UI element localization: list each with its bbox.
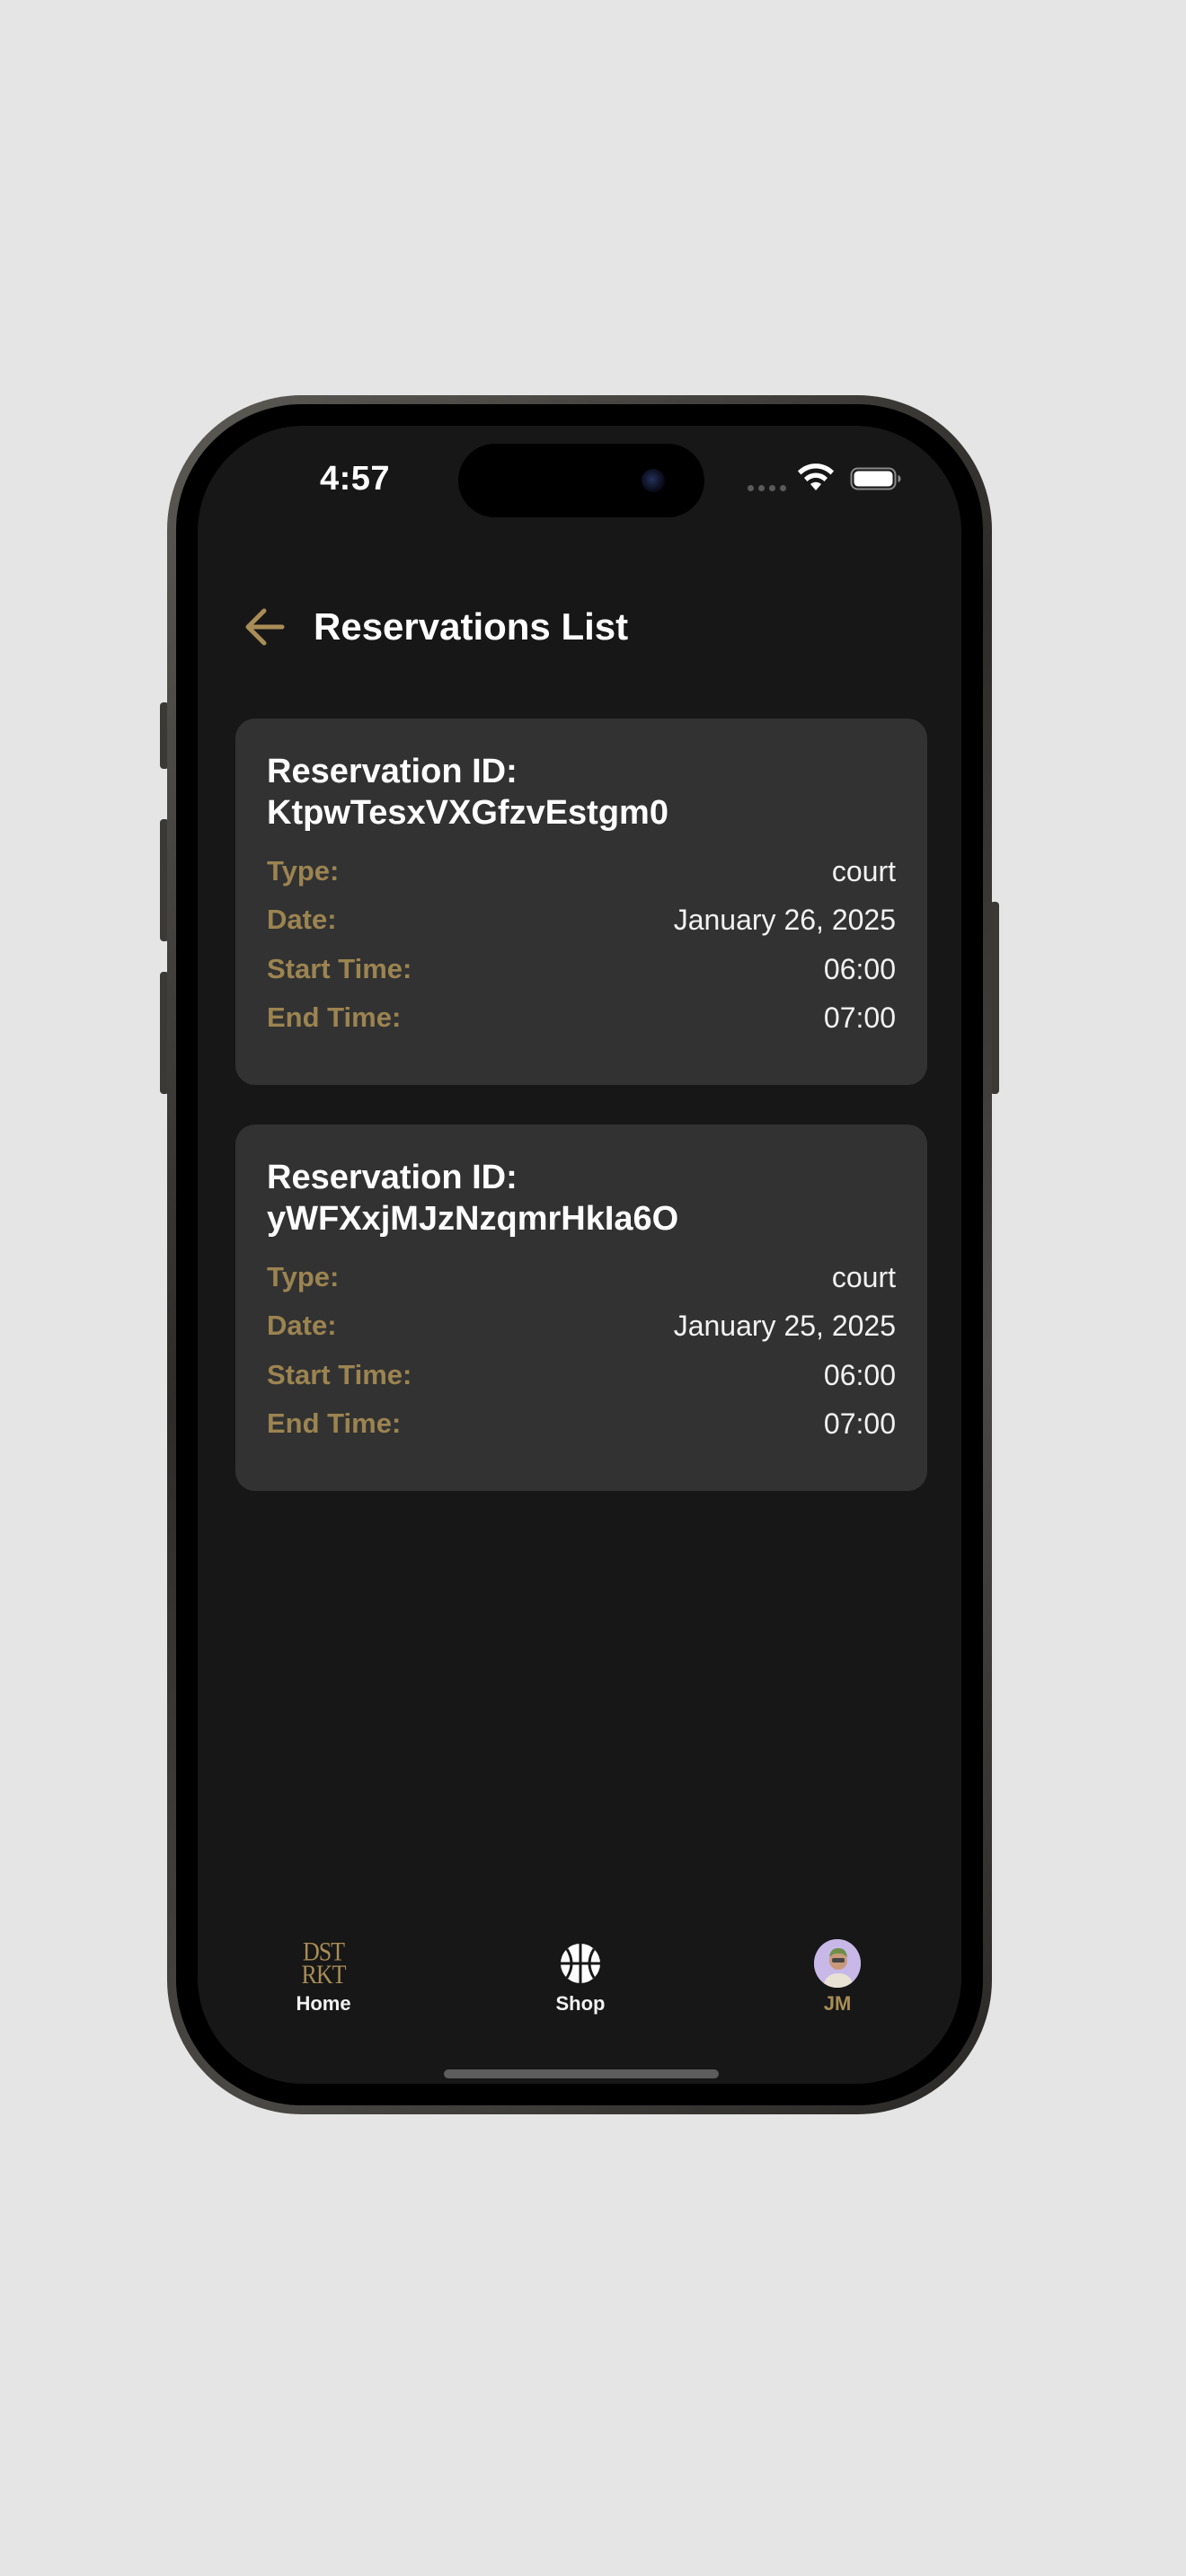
dynamic-island bbox=[458, 444, 704, 517]
status-time: 4:57 bbox=[319, 460, 391, 498]
start-time-label: Start Time: bbox=[267, 953, 412, 984]
tab-profile[interactable]: JM bbox=[774, 1939, 900, 2030]
tab-profile-label: JM bbox=[823, 1992, 852, 2015]
back-button[interactable] bbox=[241, 604, 288, 650]
reservation-id-value: KtpwTesxVXGfzvEstgm0 bbox=[267, 794, 668, 832]
app-screen: 4:57 Reservations List Reservation ID: K… bbox=[198, 426, 961, 2084]
date-label: Date: bbox=[267, 904, 337, 935]
basketball-icon bbox=[557, 1940, 604, 1987]
end-time-label: End Time: bbox=[267, 1001, 402, 1033]
battery-icon bbox=[850, 467, 901, 490]
tab-home[interactable]: DST RKT Home bbox=[261, 1936, 386, 2030]
type-label: Type: bbox=[267, 1261, 340, 1292]
home-indicator[interactable] bbox=[444, 2069, 719, 2078]
reservation-id-label: Reservation ID: bbox=[267, 753, 518, 790]
page-title: Reservations List bbox=[314, 605, 629, 648]
end-time-value: 07:00 bbox=[823, 1407, 896, 1440]
reservation-id-label: Reservation ID: bbox=[267, 1159, 518, 1196]
start-time-label: Start Time: bbox=[267, 1359, 412, 1390]
reservation-card: Reservation ID: KtpwTesxVXGfzvEstgm0 Typ… bbox=[235, 719, 927, 1085]
date-value: January 25, 2025 bbox=[673, 1310, 896, 1342]
start-time-value: 06:00 bbox=[823, 953, 896, 985]
arrow-left-icon bbox=[245, 608, 285, 646]
reservation-card: Reservation ID: yWFXxjMJzNzqmrHkIa6O Typ… bbox=[235, 1125, 927, 1491]
type-value: court bbox=[831, 855, 896, 887]
start-time-value: 06:00 bbox=[823, 1359, 896, 1391]
date-value: January 26, 2025 bbox=[673, 904, 896, 936]
dstrkt-logo-icon: DST RKT bbox=[301, 1936, 347, 1989]
front-camera bbox=[642, 469, 665, 492]
tab-home-label: Home bbox=[296, 1992, 351, 2015]
cellular-signal-icon bbox=[748, 485, 786, 491]
device-stage: 4:57 Reservations List Reservation ID: K… bbox=[0, 0, 1186, 2576]
tab-shop[interactable]: Shop bbox=[518, 1940, 643, 2030]
tab-shop-label: Shop bbox=[555, 1992, 606, 2015]
date-label: Date: bbox=[267, 1310, 337, 1341]
avatar bbox=[814, 1939, 861, 1988]
wifi-icon bbox=[798, 463, 834, 490]
end-time-label: End Time: bbox=[267, 1407, 402, 1439]
type-label: Type: bbox=[267, 855, 340, 887]
type-value: court bbox=[831, 1261, 896, 1293]
end-time-value: 07:00 bbox=[823, 1001, 896, 1034]
reservation-id-value: yWFXxjMJzNzqmrHkIa6O bbox=[267, 1200, 679, 1238]
